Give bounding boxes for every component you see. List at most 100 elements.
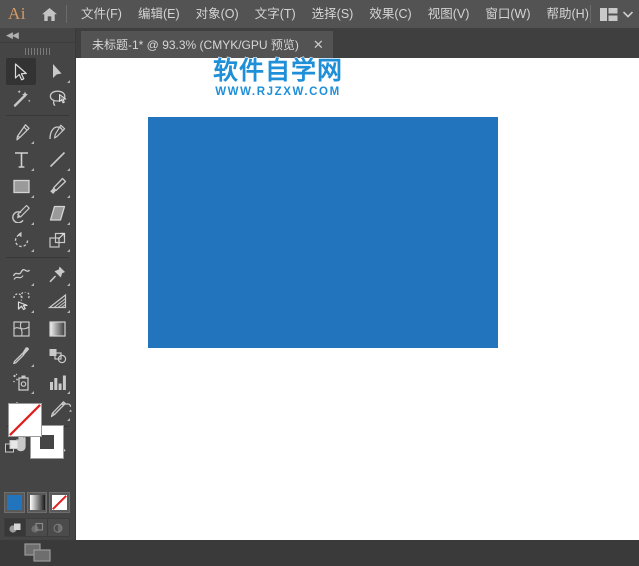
eyedropper-tool[interactable] (6, 342, 36, 369)
none-slash-icon (9, 404, 41, 436)
menu-help[interactable]: 帮助(H) (539, 0, 597, 28)
line-segment-tool[interactable] (42, 146, 72, 173)
color-mode-none[interactable] (49, 492, 71, 513)
blue-rectangle[interactable] (148, 117, 498, 348)
magic-wand-icon (13, 90, 31, 107)
default-fill-stroke-icon[interactable] (5, 440, 19, 454)
draw-inside-mode[interactable] (48, 519, 69, 536)
none-swatch-icon (52, 495, 68, 510)
line-icon (49, 151, 65, 168)
type-tool[interactable] (6, 146, 36, 173)
shape-builder-tool[interactable] (6, 288, 36, 315)
tool-row (0, 227, 75, 254)
paintbrush-tool[interactable] (42, 173, 72, 200)
draw-behind-mode[interactable] (26, 519, 48, 536)
lasso-tool[interactable] (42, 85, 72, 112)
shape-builder-icon (12, 292, 30, 311)
direct-selection-tool[interactable] (42, 58, 72, 85)
solid-color-icon (7, 495, 22, 510)
arrow-solid-icon (14, 62, 27, 80)
draw-normal-mode[interactable] (5, 519, 27, 536)
menu-type[interactable]: 文字(T) (247, 0, 304, 28)
pen-tool[interactable] (6, 119, 36, 146)
menu-file[interactable]: 文件(F) (73, 0, 130, 28)
symbol-sprayer-icon (12, 373, 29, 391)
symbol-sprayer-tool[interactable] (6, 369, 36, 396)
tool-flyout-indicator (31, 391, 34, 394)
magic-wand-tool[interactable] (6, 85, 36, 112)
perspective-grid-tool[interactable] (42, 288, 72, 315)
eraser-tool[interactable] (42, 200, 72, 227)
workspace-divider (590, 5, 591, 23)
document-tab-bar: 未标题-1* @ 93.3% (CMYK/GPU 预览) ✕ (75, 28, 639, 58)
tool-divider (6, 115, 69, 116)
tool-panel-header: ◀◀ (0, 28, 75, 42)
pushpin-icon (48, 266, 65, 283)
grip-dots-icon (24, 47, 51, 55)
width-warp-icon (12, 269, 30, 280)
rectangle-tool[interactable] (6, 173, 36, 200)
canvas-area[interactable] (75, 58, 639, 540)
blend-tool[interactable] (42, 342, 72, 369)
scale-tool[interactable] (42, 227, 72, 254)
menu-effect[interactable]: 效果(C) (361, 0, 419, 28)
change-screen-mode[interactable] (0, 540, 75, 566)
tool-flyout-indicator (31, 195, 34, 198)
draw-mode-buttons (4, 518, 70, 537)
width-tool[interactable] (6, 261, 36, 288)
screen-mode-icon (23, 543, 51, 562)
color-mode-color[interactable] (4, 492, 25, 513)
tool-row (0, 200, 75, 227)
rotate-tool[interactable] (6, 227, 36, 254)
workspace-switcher[interactable] (590, 0, 633, 28)
eraser-icon (49, 205, 65, 221)
menu-edit[interactable]: 编辑(E) (130, 0, 188, 28)
tool-flyout-indicator (31, 364, 34, 367)
menu-window[interactable]: 窗口(W) (477, 0, 538, 28)
pen-icon (15, 124, 30, 141)
perspective-grid-icon (47, 293, 66, 309)
illustrator-window: Ai 文件(F) 编辑(E) 对象(O) 文字(T) 选择(S) 效果(C) 视… (0, 0, 639, 562)
swap-fill-stroke-icon[interactable] (59, 400, 72, 413)
mesh-tool[interactable] (6, 315, 36, 342)
selection-tool[interactable] (6, 58, 36, 85)
scale-icon (48, 232, 65, 248)
column-graph-tool[interactable] (42, 369, 72, 396)
color-mode-gradient[interactable] (26, 492, 48, 513)
close-icon[interactable]: ✕ (313, 38, 324, 51)
none-slash-icon (52, 495, 68, 510)
document-tab[interactable]: 未标题-1* @ 93.3% (CMYK/GPU 预览) ✕ (81, 31, 333, 58)
mesh-icon (12, 320, 30, 337)
tool-flyout-indicator (67, 283, 70, 286)
tool-panel-grip[interactable] (0, 42, 75, 59)
paintbrush-icon (49, 177, 66, 194)
rectangle-icon (12, 179, 30, 194)
menu-view[interactable]: 视图(V) (420, 0, 478, 28)
type-icon (14, 151, 28, 168)
tool-flyout-indicator (31, 283, 34, 286)
curvature-tool[interactable] (42, 119, 72, 146)
free-transform-tool[interactable] (42, 261, 72, 288)
home-icon[interactable] (34, 0, 64, 28)
eyedropper-icon (12, 347, 29, 365)
tool-flyout-indicator (67, 195, 70, 198)
stroke-swatch-hole (40, 435, 54, 449)
menu-select[interactable]: 选择(S) (304, 0, 362, 28)
menu-object[interactable]: 对象(O) (188, 0, 247, 28)
document-tab-title: 未标题-1* @ 93.3% (CMYK/GPU 预览) (92, 38, 299, 52)
menu-divider (66, 5, 67, 23)
shaper-tool[interactable] (6, 200, 36, 227)
curvature-icon (48, 124, 65, 140)
tool-flyout-indicator (31, 141, 34, 144)
chevron-down-icon (623, 10, 633, 18)
tool-flyout-indicator (31, 168, 34, 171)
fill-stroke-controls (0, 400, 75, 462)
fill-swatch[interactable] (8, 403, 42, 437)
collapse-panel-icon[interactable]: ◀◀ (6, 30, 19, 40)
menu-item-list: 文件(F) 编辑(E) 对象(O) 文字(T) 选择(S) 效果(C) 视图(V… (73, 0, 597, 28)
draw-behind-icon (30, 522, 43, 533)
tool-divider (6, 257, 69, 258)
draw-inside-icon (53, 523, 63, 533)
bar-chart-icon (49, 375, 66, 390)
gradient-tool[interactable] (42, 315, 72, 342)
